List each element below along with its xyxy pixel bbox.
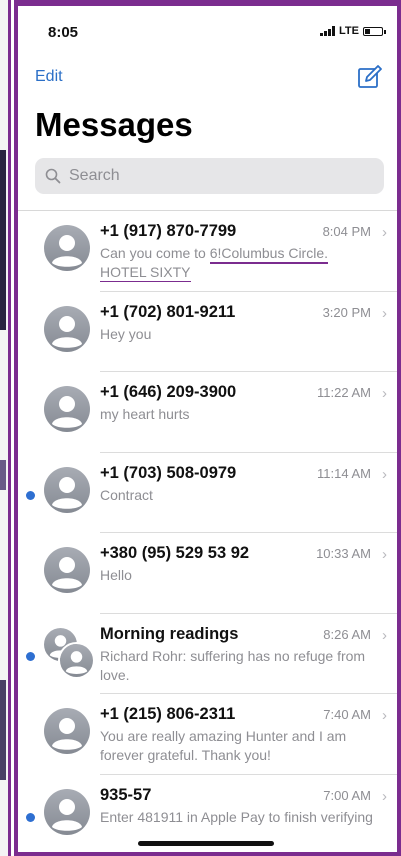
chevron-right-icon: › <box>382 707 387 724</box>
contact-avatar-icon <box>44 708 90 754</box>
avatar <box>44 547 90 593</box>
search-bar[interactable] <box>35 158 384 194</box>
home-indicator[interactable] <box>138 841 274 846</box>
unread-dot <box>26 812 35 822</box>
contact-avatar-icon <box>44 386 90 432</box>
contact-avatar-icon <box>44 788 90 835</box>
page-title: Messages <box>35 106 193 143</box>
message-preview: my heart hurts <box>100 406 190 422</box>
conversation-row[interactable]: +1 (646) 209-3900 11:22 AM › my heart hurts <box>18 372 397 453</box>
contact-name: +1 (917) 870-7799 <box>100 222 237 240</box>
contact-name: +1 (215) 806-2311 <box>100 705 236 723</box>
status-time: 8:05 <box>48 24 79 41</box>
contact-name: Morning readings <box>100 624 239 643</box>
unread-dot <box>26 490 35 500</box>
conversation-row[interactable]: Morning readings 8:26 AM › Richard Rohr: su… <box>18 614 397 694</box>
conversation-list: +1 (917) 870-7799 8:04 PM › Can you come to… <box>18 211 397 855</box>
contact-avatar-icon <box>44 225 90 271</box>
battery-icon <box>363 26 386 36</box>
avatar <box>44 788 90 835</box>
preview-hotel: HOTEL SIXTY <box>100 264 191 282</box>
left-background-strip <box>0 0 11 856</box>
avatar <box>44 708 90 754</box>
preview-address: 6!Columbus Circle. <box>209 245 328 264</box>
chevron-right-icon: › <box>382 626 387 644</box>
contact-avatar-icon <box>44 466 90 513</box>
background-image-fragment <box>0 680 6 780</box>
background-image-fragment <box>0 460 6 490</box>
phone-screen: 8:05 LTE Edit Messages +1 (917) 870-7799… <box>14 0 401 856</box>
conversation-row[interactable]: +1 (917) 870-7799 8:04 PM › Can you come to… <box>18 211 397 292</box>
avatar <box>44 225 90 271</box>
row-divider <box>100 854 397 855</box>
conversation-row[interactable]: +380 (95) 529 53 92 10:33 AM › Hello <box>18 533 397 614</box>
unread-dot <box>26 651 35 661</box>
message-time: 7:00 AM <box>323 787 371 803</box>
message-time: 11:22 AM <box>317 385 371 400</box>
contact-avatar-icon <box>60 643 93 677</box>
chevron-right-icon: › <box>382 546 387 563</box>
compose-button[interactable] <box>357 64 383 90</box>
message-time: 8:04 PM <box>322 224 371 239</box>
contact-avatar-icon <box>44 547 90 593</box>
avatar <box>44 466 90 513</box>
message-time: 10:33 AM <box>316 546 371 561</box>
contact-name: +1 (646) 209-3900 <box>100 383 237 401</box>
message-preview: You are really amazing Hunter and I am f… <box>100 728 347 763</box>
message-time: 11:14 AM <box>317 465 371 481</box>
chevron-right-icon: › <box>382 465 387 483</box>
network-label: LTE <box>339 25 359 37</box>
contact-name: +1 (702) 801-9211 <box>100 302 236 321</box>
avatar <box>44 386 90 432</box>
group-avatar <box>44 627 95 679</box>
chevron-right-icon: › <box>382 224 387 241</box>
conversation-row[interactable]: +1 (703) 508-0979 11:14 AM › Contract <box>18 453 397 533</box>
message-time: 8:26 AM <box>323 626 371 642</box>
chevron-right-icon: › <box>382 304 387 322</box>
background-image-fragment <box>0 150 6 330</box>
conversation-row[interactable]: +1 (215) 806-2311 7:40 AM › You are really … <box>18 694 397 775</box>
message-preview: Hello <box>100 567 132 583</box>
signal-icon <box>320 26 336 36</box>
contact-name: +1 (703) 508-0979 <box>100 463 237 482</box>
compose-icon <box>358 65 382 88</box>
search-input[interactable] <box>67 166 371 186</box>
chevron-right-icon: › <box>382 787 387 805</box>
contact-name: +380 (95) 529 53 92 <box>100 544 250 562</box>
message-preview: Hey you <box>100 325 152 342</box>
status-indicators: LTE <box>320 25 386 37</box>
conversation-row[interactable]: +1 (702) 801-9211 3:20 PM › Hey you <box>18 292 397 372</box>
message-time: 3:20 PM <box>322 304 371 320</box>
message-preview: Can you come to 6!Columbus Circle. HOTEL … <box>100 244 379 282</box>
avatar <box>44 305 90 352</box>
status-bar: 8:05 LTE <box>18 6 397 50</box>
edit-button[interactable]: Edit <box>35 68 63 86</box>
magnifier-icon <box>45 168 61 184</box>
message-preview: Contract <box>100 486 153 503</box>
contact-name: 935-57 <box>100 785 152 804</box>
contact-avatar-icon <box>44 305 90 352</box>
chevron-right-icon: › <box>382 385 387 402</box>
preview-text: Can you come to <box>100 245 210 261</box>
message-preview: Richard Rohr: suffering has no refuge fr… <box>100 647 366 683</box>
message-preview: Enter 481911 in Apple Pay to finish veri… <box>100 808 373 825</box>
message-time: 7:40 AM <box>323 707 371 722</box>
